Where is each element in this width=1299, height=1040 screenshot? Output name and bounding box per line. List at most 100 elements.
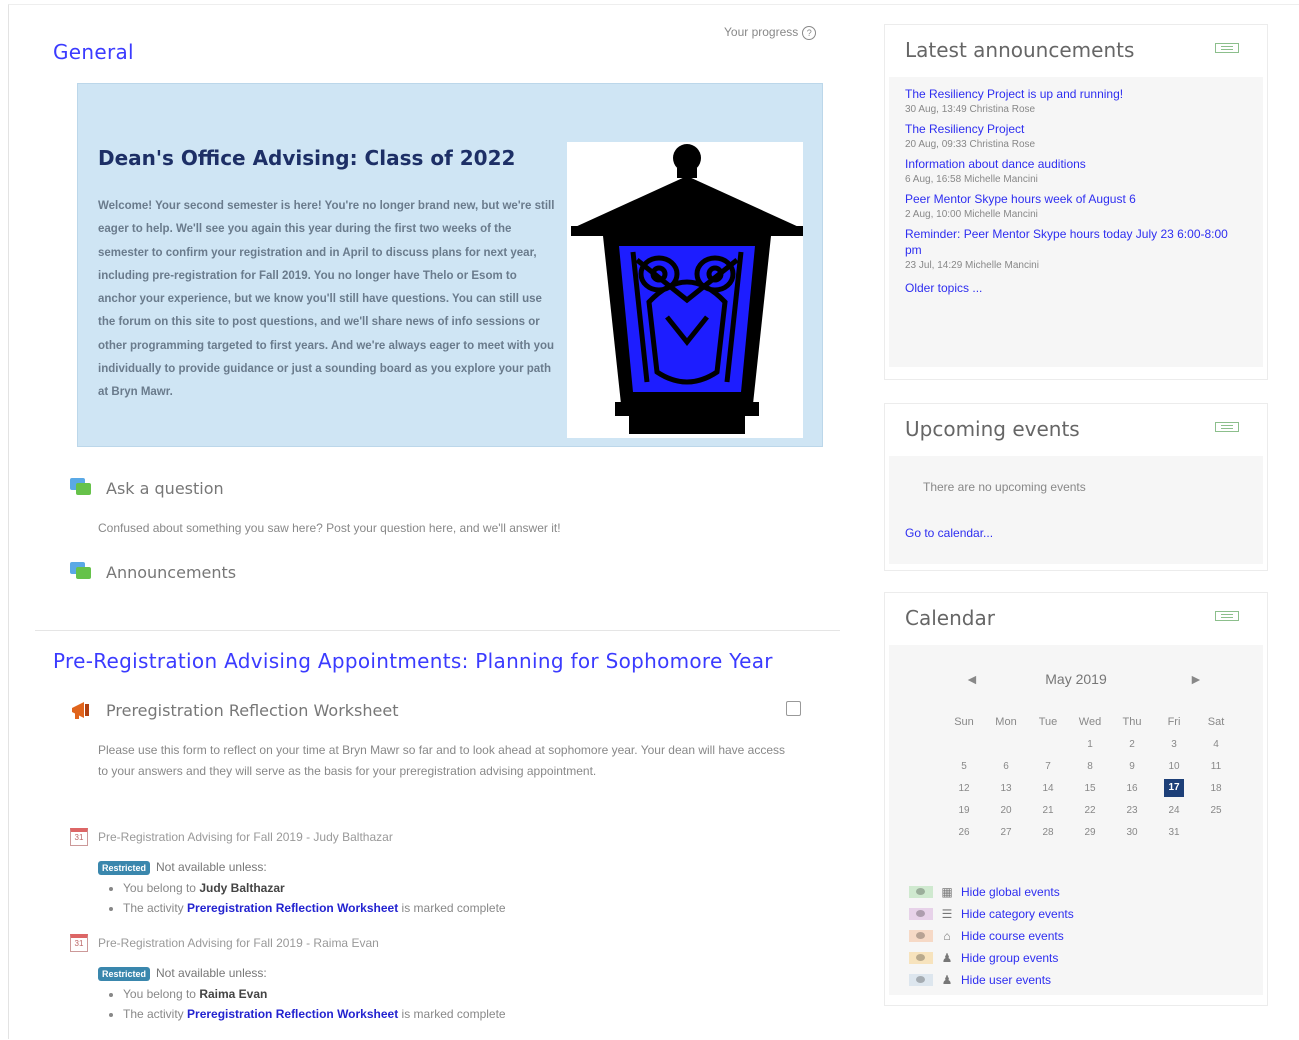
announcement-item: The Resiliency Project is up and running… [905, 86, 1263, 117]
banner-heading: Dean's Office Advising: Class of 2022 [98, 146, 516, 170]
section-title-prereg[interactable]: Pre-Registration Advising Appointments: … [53, 649, 773, 673]
restriction-info: Restricted Not available unless: You belo… [98, 860, 506, 918]
calendar-day-today[interactable]: 17 [1153, 777, 1195, 799]
activity-announcements[interactable]: Announcements [70, 562, 236, 582]
activity-label[interactable]: Ask a question [106, 479, 224, 498]
calendar-day[interactable]: 10 [1153, 755, 1195, 777]
group-icon: ♟ [941, 951, 953, 965]
activity-worksheet[interactable]: Preregistration Reflection Worksheet [70, 700, 398, 720]
older-topics-link[interactable]: Older topics ... [905, 281, 1263, 311]
event-filter[interactable]: ☰ Hide category events [909, 903, 1074, 925]
activity-link[interactable]: Preregistration Reflection Worksheet [187, 1007, 398, 1021]
event-filter[interactable]: ♟ Hide group events [909, 947, 1074, 969]
activity-link[interactable]: Preregistration Reflection Worksheet [187, 901, 398, 915]
announcement-link[interactable]: Information about dance auditions [905, 156, 1263, 172]
calendar-day[interactable]: 15 [1069, 777, 1111, 799]
calendar-day[interactable]: 28 [1027, 821, 1069, 843]
weekday-label: Sat [1207, 716, 1225, 728]
calendar-day[interactable]: 6 [985, 755, 1027, 777]
announcement-meta: 6 Aug, 16:58 Michelle Mancini [905, 174, 1038, 185]
scheduler-icon: 31 [70, 934, 88, 952]
eye-icon[interactable] [909, 974, 933, 986]
calendar-day[interactable]: 30 [1111, 821, 1153, 843]
collapse-block-icon[interactable] [1215, 611, 1239, 621]
announcement-meta: 23 Jul, 14:29 Michelle Mancini [905, 260, 1039, 271]
scheduler-item[interactable]: 31 Pre-Registration Advising for Fall 20… [70, 828, 393, 846]
announcement-link[interactable]: The Resiliency Project is up and running… [905, 86, 1263, 102]
calendar-day[interactable]: 31 [1153, 821, 1195, 843]
group-name: Judy Balthazar [199, 881, 285, 895]
activity-label[interactable]: Announcements [106, 563, 236, 582]
calendar-day[interactable]: 27 [985, 821, 1027, 843]
calendar-day[interactable]: 7 [1027, 755, 1069, 777]
activity-ask-question[interactable]: Ask a question [70, 478, 224, 498]
calendar-day[interactable]: 18 [1195, 777, 1237, 799]
scheduler-label[interactable]: Pre-Registration Advising for Fall 2019 … [98, 830, 393, 844]
calendar-day[interactable]: 13 [985, 777, 1027, 799]
section-divider [35, 630, 840, 631]
filter-label[interactable]: Hide user events [961, 973, 1051, 987]
restricted-badge: Restricted [98, 967, 151, 981]
scheduler-item[interactable]: 31 Pre-Registration Advising for Fall 20… [70, 934, 379, 952]
eye-icon[interactable] [909, 908, 933, 920]
calendar-day[interactable]: 20 [985, 799, 1027, 821]
next-month-icon[interactable]: ► [1189, 671, 1203, 687]
calendar-month[interactable]: May 2019 [889, 671, 1263, 687]
collapse-block-icon[interactable] [1215, 422, 1239, 432]
calendar-day [985, 733, 1027, 755]
calendar-day[interactable]: 3 [1153, 733, 1195, 755]
event-filter[interactable]: ⌂ Hide course events [909, 925, 1074, 947]
forum-icon [70, 478, 92, 498]
calendar-day[interactable]: 25 [1195, 799, 1237, 821]
go-to-calendar-link[interactable]: Go to calendar... [905, 526, 993, 540]
calendar-day[interactable]: 16 [1111, 777, 1153, 799]
calendar-day[interactable]: 2 [1111, 733, 1153, 755]
event-filters: ▦ Hide global events ☰ Hide category events… [909, 881, 1074, 991]
calendar-week: 1234 [943, 733, 1237, 755]
scheduler-label[interactable]: Pre-Registration Advising for Fall 2019 … [98, 936, 379, 950]
activity-label[interactable]: Preregistration Reflection Worksheet [106, 701, 398, 720]
calendar-day[interactable]: 12 [943, 777, 985, 799]
filter-label[interactable]: Hide course events [961, 929, 1064, 943]
progress-label: Your progress [724, 25, 799, 39]
no-events-text: There are no upcoming events [923, 480, 1086, 494]
collapse-block-icon[interactable] [1215, 43, 1239, 53]
section-title-general[interactable]: General [53, 40, 134, 64]
announcement-meta: 2 Aug, 10:00 Michelle Mancini [905, 209, 1038, 220]
event-filter[interactable]: ▦ Hide global events [909, 881, 1074, 903]
activity-description: Confused about something you saw here? P… [98, 521, 561, 535]
calendar-day[interactable]: 19 [943, 799, 985, 821]
weekday-label: Wed [1078, 716, 1102, 728]
calendar-day[interactable]: 9 [1111, 755, 1153, 777]
question-circle-icon[interactable]: ? [802, 26, 817, 40]
calendar-day[interactable]: 21 [1027, 799, 1069, 821]
event-filter[interactable]: ♟ Hide user events [909, 969, 1074, 991]
filter-label[interactable]: Hide global events [961, 885, 1060, 899]
calendar-day[interactable]: 26 [943, 821, 985, 843]
announcement-link[interactable]: Reminder: Peer Mentor Skype hours today … [905, 226, 1245, 258]
filter-label[interactable]: Hide category events [961, 907, 1074, 921]
owl-lantern-image [567, 142, 803, 438]
calendar-day[interactable]: 1 [1069, 733, 1111, 755]
calendar-day[interactable]: 4 [1195, 733, 1237, 755]
calendar-day[interactable]: 14 [1027, 777, 1069, 799]
filter-label[interactable]: Hide group events [961, 951, 1058, 965]
eye-icon[interactable] [909, 886, 933, 898]
eye-icon[interactable] [909, 952, 933, 964]
restriction-condition: You belong to Raima Evan [123, 984, 506, 1004]
block-title: Latest announcements [905, 38, 1135, 62]
weekday-row: Sun Mon Tue Wed Thu Fri Sat [943, 711, 1237, 733]
eye-icon[interactable] [909, 930, 933, 942]
completion-checkbox[interactable] [786, 701, 801, 716]
announcement-link[interactable]: The Resiliency Project [905, 121, 1263, 137]
restriction-condition: The activity Preregistration Reflection … [123, 1004, 506, 1024]
calendar-day[interactable]: 22 [1069, 799, 1111, 821]
announcement-link[interactable]: Peer Mentor Skype hours week of August 6 [905, 191, 1263, 207]
calendar-day[interactable]: 11 [1195, 755, 1237, 777]
calendar-day[interactable]: 8 [1069, 755, 1111, 777]
calendar-week: 26 27 28 29 30 31 [943, 821, 1237, 843]
calendar-day[interactable]: 24 [1153, 799, 1195, 821]
calendar-day[interactable]: 23 [1111, 799, 1153, 821]
calendar-day[interactable]: 5 [943, 755, 985, 777]
calendar-day[interactable]: 29 [1069, 821, 1111, 843]
